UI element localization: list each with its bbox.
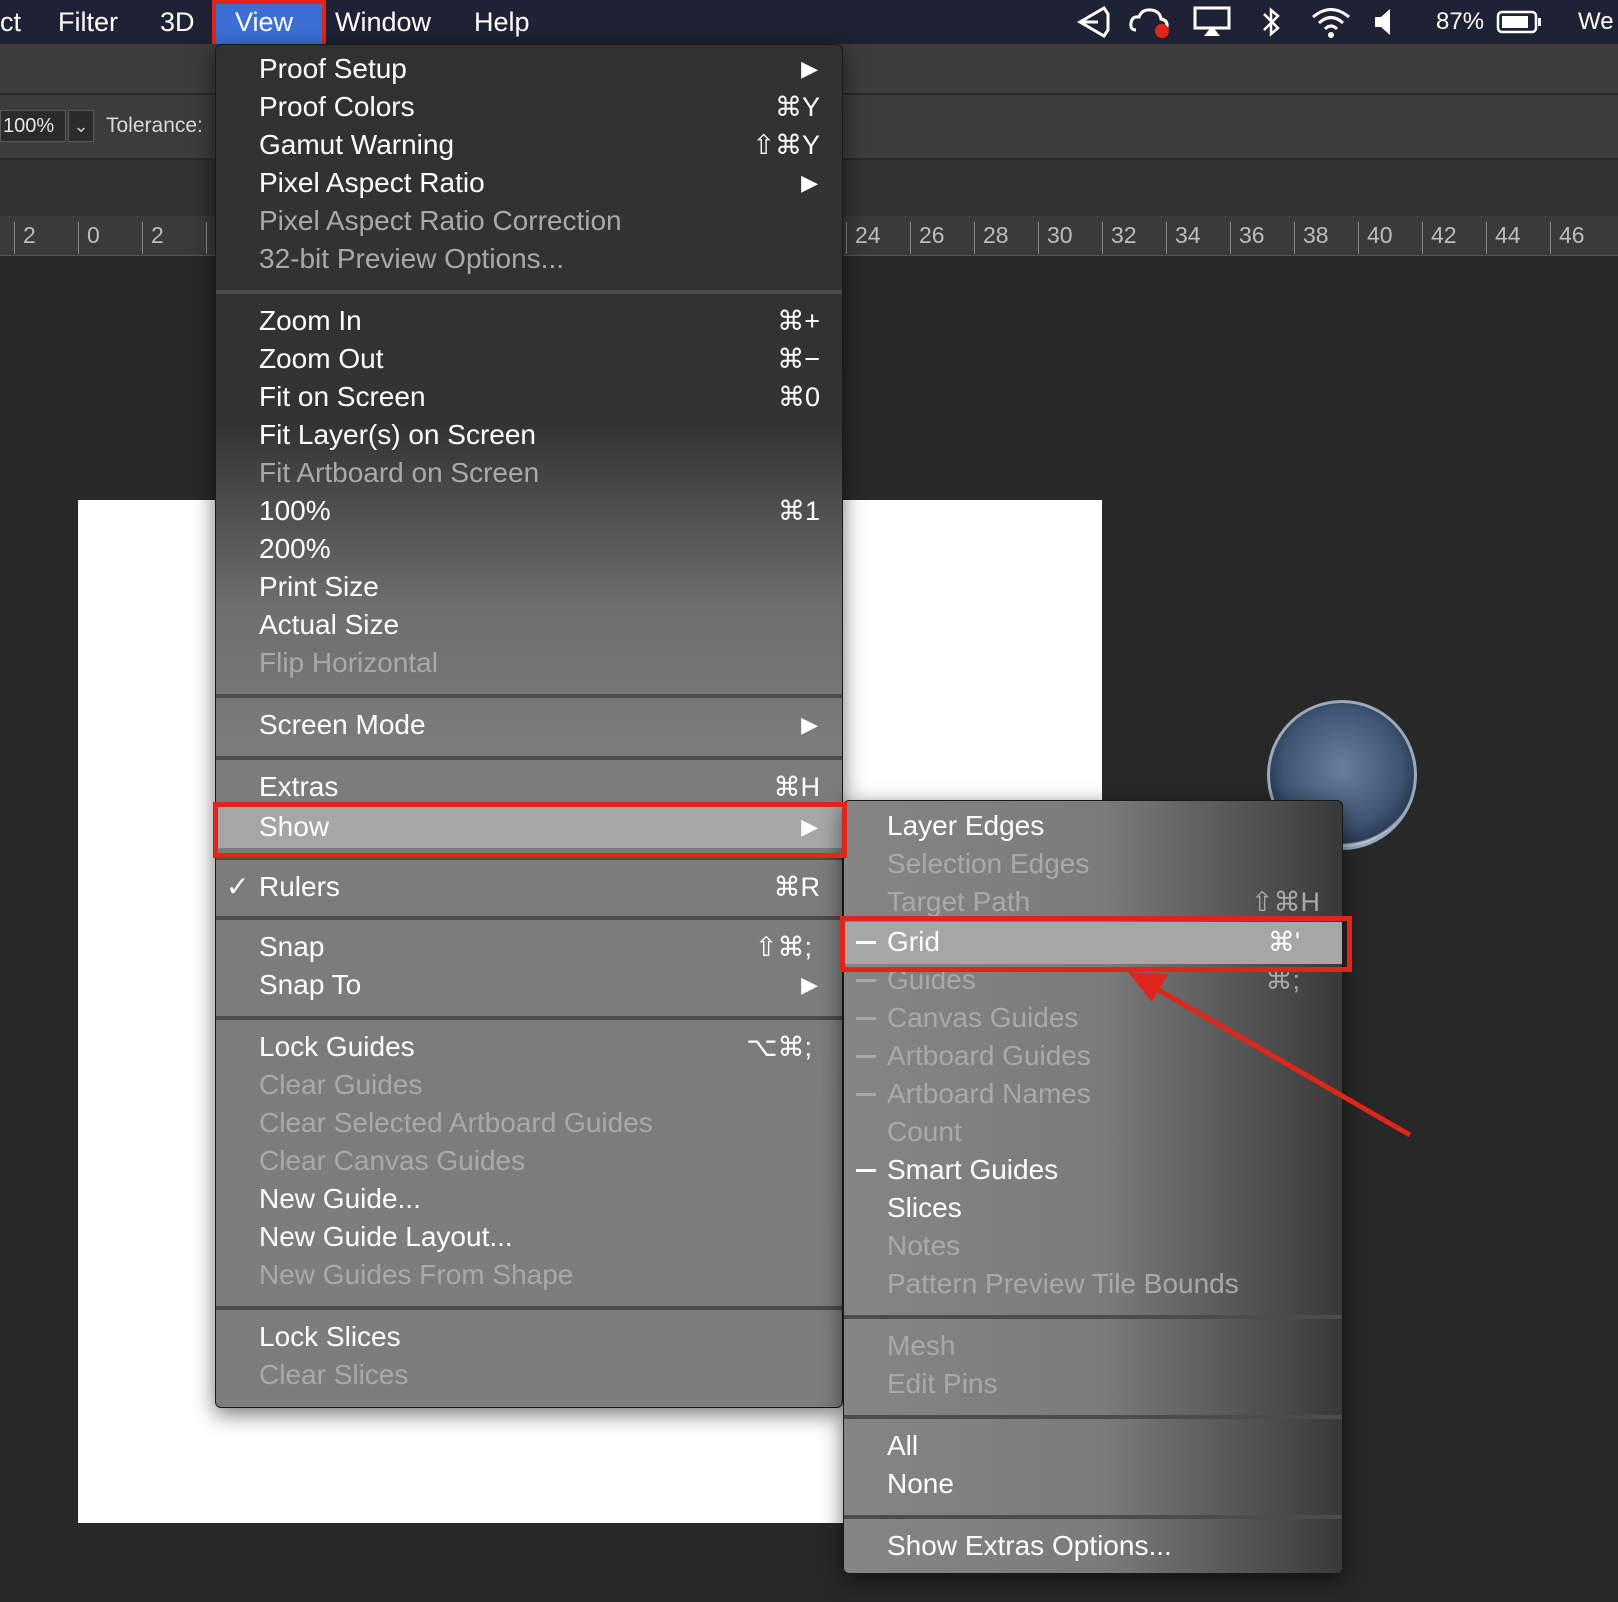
annotation-arrow-icon xyxy=(1128,972,1412,1138)
